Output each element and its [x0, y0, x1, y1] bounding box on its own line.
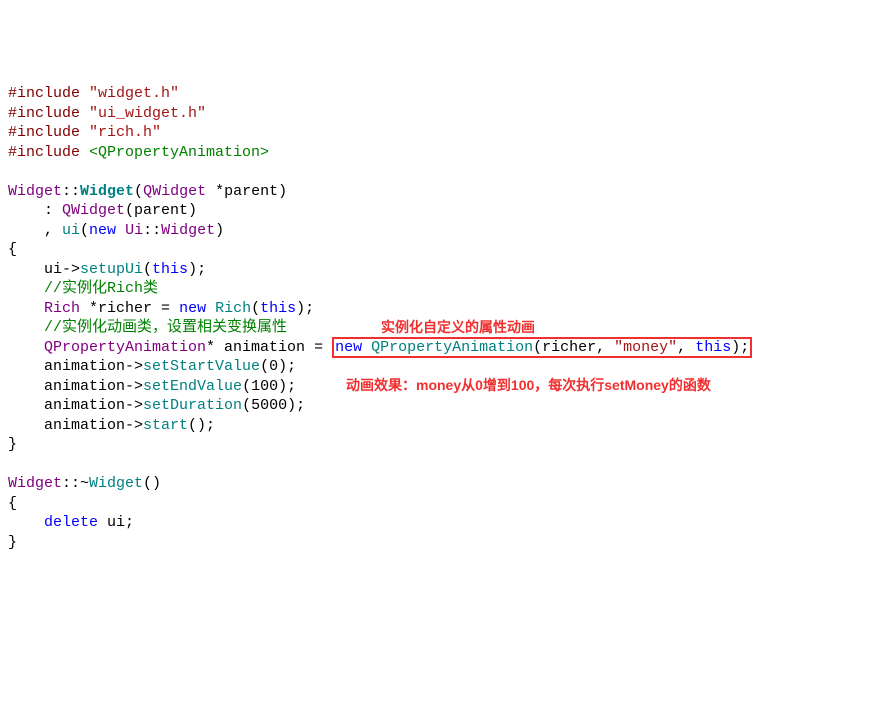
base-args: (parent) [125, 202, 197, 219]
paren: ) [215, 222, 224, 239]
kw-this: this [695, 339, 731, 356]
paren: ); [188, 261, 206, 278]
code-text: ui; [98, 514, 134, 531]
method-call: setDuration [143, 397, 242, 414]
indent [8, 319, 44, 336]
method-call: setStartValue [143, 358, 260, 375]
ctor-call: Rich [215, 300, 251, 317]
kw-this: this [260, 300, 296, 317]
args: , [677, 339, 695, 356]
ctor-name: Widget [80, 183, 134, 200]
args: (100); [242, 378, 296, 395]
param-rest: *parent) [206, 183, 287, 200]
brace: { [8, 241, 17, 258]
scope-op: :: [143, 222, 161, 239]
brace: { [8, 495, 17, 512]
type-name: QPropertyAnimation [44, 339, 206, 356]
method-call: start [143, 417, 188, 434]
args: (0); [260, 358, 296, 375]
kw-delete: delete [44, 514, 98, 531]
method-call: setupUi [80, 261, 143, 278]
include-path: "widget.h" [89, 85, 179, 102]
init-indent: , [8, 222, 62, 239]
code-text: ui-> [8, 261, 80, 278]
string-literal: "money" [614, 339, 677, 356]
method-call: setEndValue [143, 378, 242, 395]
param-type: QWidget [143, 183, 206, 200]
indent [8, 339, 44, 356]
paren: ( [80, 222, 89, 239]
pp-include: #include [8, 105, 80, 122]
brace: } [8, 534, 17, 551]
paren: ( [251, 300, 260, 317]
kw-new: new [179, 300, 206, 317]
args: (); [188, 417, 215, 434]
pp-include: #include [8, 144, 80, 161]
class-name: Widget [8, 183, 62, 200]
dtor-name: Widget [89, 475, 143, 492]
include-path: <QPropertyAnimation> [89, 144, 269, 161]
indent [8, 280, 44, 297]
code-text: animation-> [8, 378, 143, 395]
args: (5000); [242, 397, 305, 414]
include-path: "ui_widget.h" [89, 105, 206, 122]
paren: () [143, 475, 161, 492]
namespace: Ui [125, 222, 143, 239]
paren: ( [143, 261, 152, 278]
code-text: *richer = [80, 300, 179, 317]
highlight-box: new QPropertyAnimation(richer, "money", … [332, 337, 752, 358]
base-init: QWidget [62, 202, 125, 219]
args: (richer, [533, 339, 614, 356]
code-text: animation-> [8, 397, 143, 414]
kw-new: new [89, 222, 116, 239]
type-name: Rich [44, 300, 80, 317]
kw-this: this [152, 261, 188, 278]
init-indent: : [8, 202, 62, 219]
paren: ( [134, 183, 143, 200]
annotation-callout: 动画效果：money从0增到100，每次执行setMoney的函数 [346, 376, 711, 396]
brace: } [8, 436, 17, 453]
code-text: animation-> [8, 358, 143, 375]
ctor-call: QPropertyAnimation [371, 339, 533, 356]
code-text: * animation = [206, 339, 332, 356]
comment: //实例化Rich类 [44, 280, 158, 297]
indent [8, 514, 44, 531]
paren: ); [296, 300, 314, 317]
comment: //实例化动画类，设置相关变换属性 [44, 319, 287, 336]
annotation-callout: 实例化自定义的属性动画 [381, 318, 535, 338]
args: ); [731, 339, 749, 356]
pp-include: #include [8, 85, 80, 102]
code-text: animation-> [8, 417, 143, 434]
pp-include: #include [8, 124, 80, 141]
scope-op: :: [62, 183, 80, 200]
member-init: ui [62, 222, 80, 239]
class-name: Widget [161, 222, 215, 239]
scope-op: ::~ [62, 475, 89, 492]
class-name: Widget [8, 475, 62, 492]
kw-new: new [335, 339, 362, 356]
indent [8, 300, 44, 317]
include-path: "rich.h" [89, 124, 161, 141]
